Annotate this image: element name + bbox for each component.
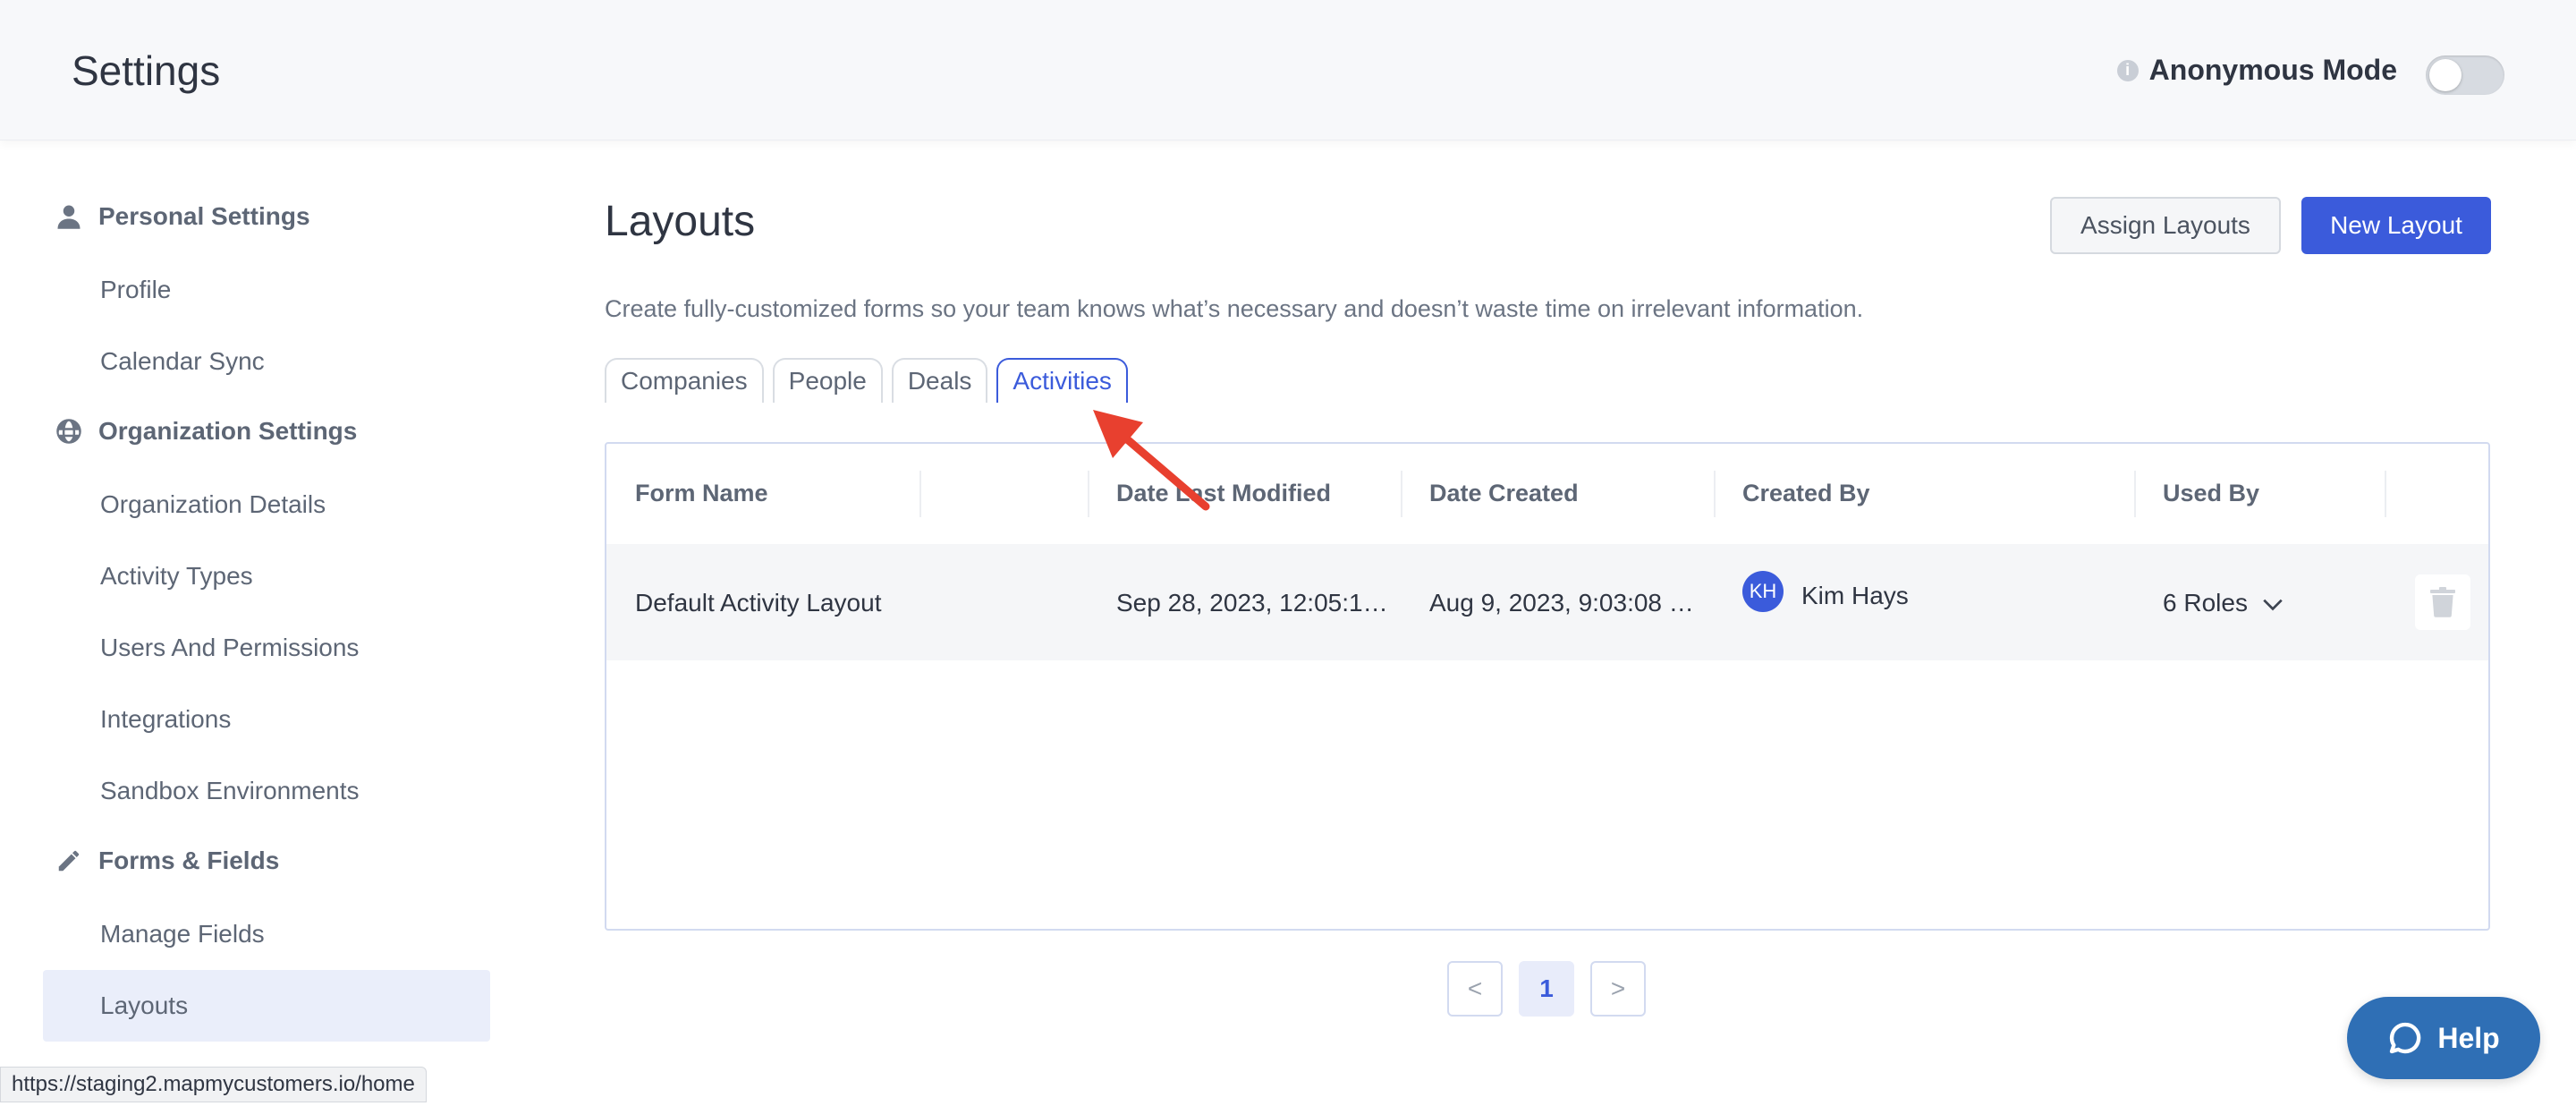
column-created-by[interactable]: Created By: [1742, 480, 1870, 507]
tab-deals[interactable]: Deals: [891, 358, 988, 403]
table-row[interactable]: Default Activity Layout Sep 28, 2023, 12…: [606, 544, 2488, 660]
chat-bubble-icon: [2390, 1022, 2421, 1054]
user-icon: [57, 205, 80, 229]
sidebar-item-manage-fields[interactable]: Manage Fields: [100, 920, 265, 949]
pencil-icon: [58, 850, 80, 872]
help-button[interactable]: Help: [2347, 997, 2540, 1079]
cell-used-by[interactable]: 6 Roles: [2163, 589, 2248, 617]
sidebar-item-integrations[interactable]: Integrations: [100, 705, 231, 734]
assign-layouts-button[interactable]: Assign Layouts: [2050, 197, 2281, 254]
layouts-table: Form Name Date Last Modified Date Create…: [605, 442, 2490, 931]
column-form-name[interactable]: Form Name: [635, 480, 768, 507]
cell-date-last-modified: Sep 28, 2023, 12:05:1…: [1116, 589, 1388, 617]
used-by-value: 6 Roles: [2163, 589, 2248, 617]
avatar: KH: [1742, 571, 1784, 612]
column-divider: [919, 471, 921, 517]
globe-icon: [56, 419, 81, 444]
help-label: Help: [2437, 1021, 2500, 1054]
sidebar-item-users-and-permissions[interactable]: Users And Permissions: [100, 634, 359, 662]
settings-header: Settings i Anonymous Mode: [0, 0, 2576, 140]
chevron-down-icon[interactable]: [2261, 592, 2284, 616]
layout-tabs: Companies People Deals Activities: [605, 358, 1128, 403]
column-divider: [1401, 471, 1402, 517]
column-divider: [1714, 471, 1716, 517]
anonymous-mode-label: Anonymous Mode: [2148, 54, 2397, 86]
cell-created-by: Kim Hays: [1801, 582, 1909, 609]
column-divider: [2134, 471, 2136, 517]
annotation-arrow-icon: [1093, 410, 1210, 511]
pagination-next-button[interactable]: >: [1590, 961, 1646, 1017]
sidebar-item-layouts[interactable]: Layouts: [100, 991, 188, 1020]
sidebar-item-activity-types[interactable]: Activity Types: [100, 562, 253, 591]
info-icon[interactable]: i: [2116, 59, 2139, 81]
pagination-prev-button[interactable]: <: [1447, 961, 1503, 1017]
page-description: Create fully-customized forms so your te…: [605, 295, 1864, 322]
toggle-knob: [2429, 59, 2462, 91]
sidebar-item-calendar-sync[interactable]: Calendar Sync: [100, 347, 265, 376]
anonymous-mode: i Anonymous Mode: [2116, 54, 2397, 87]
sidebar-item-organization-details[interactable]: Organization Details: [100, 490, 326, 519]
page-title: Layouts: [605, 198, 756, 245]
column-date-created[interactable]: Date Created: [1429, 480, 1579, 507]
new-layout-button[interactable]: New Layout: [2301, 197, 2491, 254]
tab-companies[interactable]: Companies: [605, 358, 764, 403]
page-header-title: Settings: [72, 47, 221, 94]
anonymous-mode-toggle[interactable]: [2426, 55, 2504, 95]
sidebar-section-personal-settings: Personal Settings: [55, 202, 310, 231]
column-divider: [2385, 471, 2386, 517]
column-used-by[interactable]: Used By: [2163, 480, 2259, 507]
delete-layout-button[interactable]: [2415, 574, 2470, 630]
trash-icon: [2430, 587, 2455, 617]
sidebar-section-organization-settings: Organization Settings: [55, 417, 357, 446]
pagination-page-1[interactable]: 1: [1519, 961, 1574, 1017]
sidebar-item-sandbox-environments[interactable]: Sandbox Environments: [100, 777, 360, 805]
cell-date-created: Aug 9, 2023, 9:03:08 …: [1429, 589, 1694, 617]
tab-people[interactable]: People: [772, 358, 883, 403]
cell-form-name[interactable]: Default Activity Layout: [635, 589, 881, 617]
sidebar-section-forms-and-fields: Forms & Fields: [55, 847, 279, 875]
status-bar-url: https://staging2.mapmycustomers.io/home: [0, 1067, 427, 1102]
sidebar-item-profile[interactable]: Profile: [100, 276, 171, 304]
table-header: Form Name Date Last Modified Date Create…: [606, 444, 2488, 544]
